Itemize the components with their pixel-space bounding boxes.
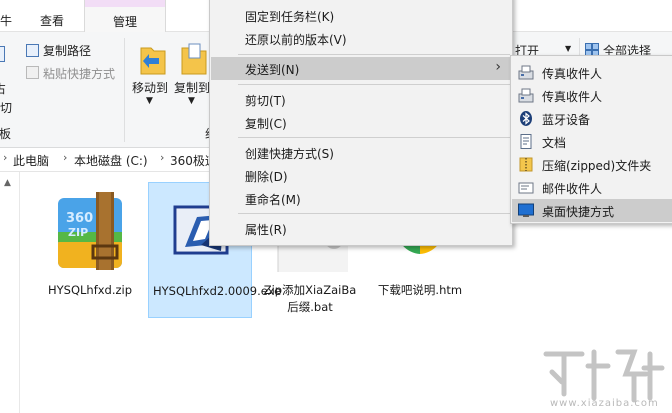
fax-icon: [518, 65, 534, 80]
cut-button-partial[interactable]: 剪切: [0, 99, 12, 116]
send-to-documents[interactable]: 文档: [512, 130, 672, 153]
send-to-label: 邮件收件人: [542, 182, 603, 196]
tab-view[interactable]: 查看: [40, 12, 64, 29]
menu-item-label: 属性(R): [245, 223, 287, 237]
ribbon-separator: [124, 38, 125, 142]
send-to-label: 传真收件人: [542, 90, 603, 104]
paste-icon: [0, 46, 5, 62]
menu-item-cut[interactable]: 剪切(T): [211, 88, 511, 111]
chevron-right-icon: ›: [160, 151, 165, 164]
menu-item-properties[interactable]: 属性(R): [211, 217, 511, 240]
clipboard-group-label: 板: [0, 127, 12, 141]
context-menu: 固定到任务栏(K) 还原以前的版本(V) 发送到(N) › 剪切(T) 复制(C…: [209, 0, 513, 246]
move-to-button[interactable]: 移动到: [132, 79, 168, 96]
menu-item-send-to[interactable]: 发送到(N) ›: [211, 57, 511, 80]
menu-item-copy[interactable]: 复制(C): [211, 111, 511, 134]
menu-item-label: 删除(D): [245, 170, 288, 184]
send-to-label: 桌面快捷方式: [542, 205, 615, 219]
breadcrumb-this-pc[interactable]: 此电脑: [13, 152, 49, 169]
paste-shortcut-icon: [26, 66, 39, 79]
watermark-url: www.xiazaiba.com: [550, 398, 659, 409]
paste-button-partial[interactable]: 占: [0, 80, 6, 97]
send-to-desktop-shortcut[interactable]: 桌面快捷方式: [512, 199, 672, 222]
send-to-label: 压缩(zipped)文件夹: [542, 159, 652, 173]
menu-item-label: 重命名(M): [245, 193, 301, 207]
copy-to-button[interactable]: 复制到: [174, 79, 210, 96]
chevron-right-icon: ›: [495, 59, 501, 75]
file-name: Zip添加XiaZaiBa后缀.bat: [263, 283, 357, 314]
ribbon-separator: [579, 38, 580, 56]
svg-text:360: 360: [66, 211, 93, 226]
menu-separator: [238, 137, 510, 138]
send-to-zip-folder[interactable]: 压缩(zipped)文件夹: [512, 153, 672, 176]
scroll-up-icon[interactable]: ▲: [4, 178, 11, 188]
menu-separator: [238, 84, 510, 85]
paste-shortcut-button[interactable]: 粘贴快捷方式: [43, 65, 115, 82]
menu-item-label: 剪切(T): [245, 94, 286, 108]
send-to-fax-recipient[interactable]: 传真收件人: [512, 61, 672, 84]
tab-manage[interactable]: 管理: [84, 0, 166, 32]
send-to-label: 传真收件人: [542, 67, 603, 81]
documents-icon: [520, 134, 532, 149]
bluetooth-icon: [520, 111, 532, 126]
menu-item-label: 固定到任务栏(K): [245, 10, 335, 24]
tab-manage-label: 管理: [113, 15, 138, 29]
tab-file[interactable]: 牛: [0, 12, 12, 29]
menu-item-label: 还原以前的版本(V): [245, 33, 347, 47]
breadcrumb-local-disk[interactable]: 本地磁盘 (C:): [74, 152, 148, 169]
chevron-right-icon: ›: [63, 151, 68, 164]
file-name: HYSQLhfxd.zip: [47, 283, 133, 297]
mail-icon: [518, 182, 534, 194]
send-to-fax-recipient[interactable]: 传真收件人: [512, 84, 672, 107]
menu-item-create-shortcut[interactable]: 创建快捷方式(S): [211, 141, 511, 164]
winrar-archive-icon: 360 ZIP: [58, 192, 122, 270]
send-to-bluetooth[interactable]: 蓝牙设备: [512, 107, 672, 130]
menu-separator: [238, 213, 510, 214]
send-to-label: 蓝牙设备: [542, 113, 591, 127]
chevron-down-icon: ▼: [188, 96, 195, 106]
send-to-mail-recipient[interactable]: 邮件收件人: [512, 176, 672, 199]
menu-separator: [238, 54, 510, 55]
copy-to-icon: [181, 43, 207, 75]
menu-item-label: 发送到(N): [245, 63, 300, 77]
chevron-right-icon: ›: [3, 151, 8, 164]
send-to-submenu: 传真收件人 传真收件人 蓝牙设备 文档 压缩(zipped)文件夹 邮件收件人 …: [510, 55, 672, 224]
menu-item-rename[interactable]: 重命名(M): [211, 187, 511, 210]
chevron-down-icon: ▼: [146, 96, 153, 106]
menu-item-label: 复制(C): [245, 117, 287, 131]
menu-item-delete[interactable]: 删除(D): [211, 164, 511, 187]
menu-item-pin-taskbar[interactable]: 固定到任务栏(K): [211, 4, 511, 27]
fax-icon: [518, 88, 534, 103]
manage-context-strip: [85, 0, 165, 7]
menu-item-label: 创建快捷方式(S): [245, 147, 334, 161]
file-name: 下载吧说明.htm: [377, 283, 463, 297]
menu-item-restore-versions[interactable]: 还原以前的版本(V): [211, 27, 511, 50]
copy-path-icon: [26, 44, 39, 57]
send-to-label: 文档: [542, 136, 567, 150]
file-name: HYSQLhfxd2.0009.exe: [153, 284, 282, 298]
desktop-icon: [518, 203, 534, 217]
file-item-zip[interactable]: 360 ZIP HYSQLhfxd.zip: [38, 182, 142, 318]
move-to-icon: [140, 47, 166, 75]
navigation-pane[interactable]: ▲: [0, 172, 20, 413]
copy-path-button[interactable]: 复制路径: [43, 42, 91, 59]
svg-text:ZIP: ZIP: [68, 226, 88, 239]
zip-folder-icon: [519, 157, 533, 172]
chevron-down-icon: ▼: [565, 44, 572, 53]
